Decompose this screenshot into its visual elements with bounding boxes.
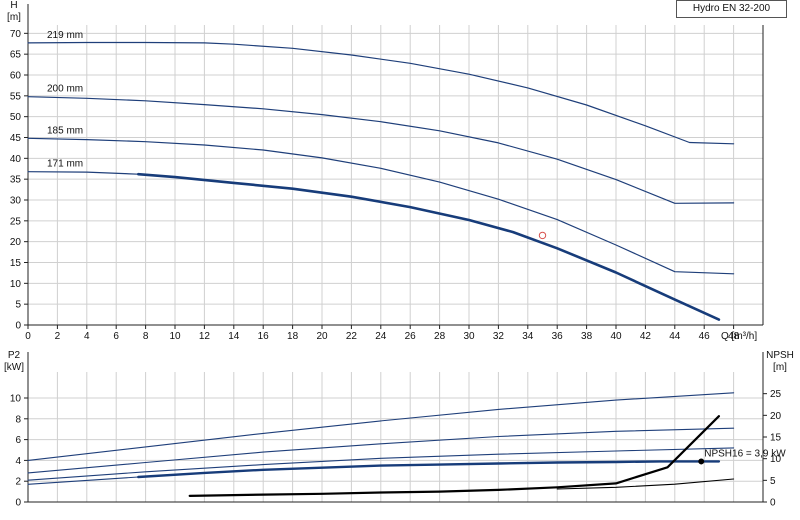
h-series-line-3 [27,171,139,175]
p-ytick-right-label-0: 0 [770,498,776,509]
h-xtick-label-4: 8 [143,331,149,342]
p-ylabel-right-unit: [m] [773,362,787,373]
h-xtick-label-5: 10 [169,331,181,342]
h-curve-label-0: 219 mm [47,30,83,41]
h-ylabel-top: H [10,0,17,11]
h-duty-point [538,231,547,240]
h-xtick-label-11: 22 [346,331,358,342]
h-ytick-label-10: 50 [10,112,22,123]
h-curve-label-3: 171 mm [47,159,83,170]
h-ytick-label-2: 10 [10,279,22,290]
h-xtick-label-23: 46 [699,331,711,342]
h-xtick-label-8: 16 [258,331,270,342]
p-ytick-right-label-1: 5 [770,476,776,487]
p-ytick-right-label-5: 25 [770,389,782,400]
h-ytick-label-5: 25 [10,216,22,227]
p-series-line-3 [27,476,139,485]
h-ytick-label-8: 40 [10,154,22,165]
h-xtick-label-20: 40 [610,331,622,342]
h-ytick-label-0: 0 [15,321,21,332]
p-ytick-left-label-2: 4 [15,456,21,467]
h-xtick-label-22: 44 [669,331,681,342]
h-xtick-label-7: 14 [228,331,240,342]
p-ytick-left-label-0: 0 [15,498,21,509]
h-ytick-label-11: 55 [10,91,22,102]
p-series-line-4 [137,460,721,479]
p-ylabel-left-top: P2 [8,350,21,361]
text-layer: 0 2 4 6 8 10 12 14 16 18 20 22 24 26 28 30 32 34 36 38 40 42 4… [4,0,794,509]
h-xtick-label-18: 36 [552,331,564,342]
h-ylabel-unit: [m] [7,12,21,23]
chart-title: Hydro EN 32-200 [676,0,787,18]
h-ytick-label-4: 20 [10,237,22,248]
h-xtick-label-17: 34 [522,331,534,342]
h-ytick-label-12: 60 [10,71,22,82]
p-ytick-left-label-4: 8 [15,414,21,425]
h-ytick-label-7: 35 [10,175,22,186]
h-ytick-label-6: 30 [10,196,22,207]
h-ytick-label-3: 15 [10,258,22,269]
h-xlabel: Q [m³/h] [721,331,757,342]
h-curve-label-2: 185 mm [47,125,83,136]
h-xtick-label-16: 32 [493,331,505,342]
pump-curve-chart: 0 2 4 6 8 10 12 14 16 18 20 22 24 26 28 30 32 34 36 38 40 42 4… [4,0,794,509]
h-ytick-label-1: 5 [15,300,21,311]
h-xtick-label-3: 6 [113,331,119,342]
p-ytick-left-label-3: 6 [15,435,21,446]
h-xtick-label-14: 28 [434,331,446,342]
h-series-line-4 [137,172,721,321]
p-ylabel-right-top: NPSH [766,350,794,361]
h-xtick-label-13: 26 [405,331,417,342]
h-xtick-label-10: 20 [316,331,328,342]
h-xtick-label-1: 2 [55,331,61,342]
p-ytick-right-label-3: 15 [770,433,782,444]
h-ytick-label-9: 45 [10,133,22,144]
p-ytick-left-label-1: 2 [15,477,21,488]
h-ytick-label-13: 65 [10,50,22,61]
p-ylabel-left-unit: [kW] [4,362,24,373]
p-ytick-left-label-5: 10 [10,394,22,405]
h-xtick-label-19: 38 [581,331,593,342]
h-xtick-label-21: 42 [640,331,652,342]
h-curve-label-1: 200 mm [47,84,83,95]
axes-layer [24,4,767,503]
h-xtick-label-6: 12 [199,331,211,342]
h-ytick-label-14: 70 [10,29,22,40]
h-xtick-label-2: 4 [84,331,90,342]
h-xtick-label-12: 24 [375,331,387,342]
h-xtick-label-9: 18 [287,331,299,342]
h-xtick-label-0: 0 [25,331,31,342]
h-xtick-label-15: 30 [463,331,475,342]
p-ytick-right-label-4: 20 [770,411,782,422]
p-npsh-annotation: NPSH16 = 3,9 kW [704,448,786,459]
